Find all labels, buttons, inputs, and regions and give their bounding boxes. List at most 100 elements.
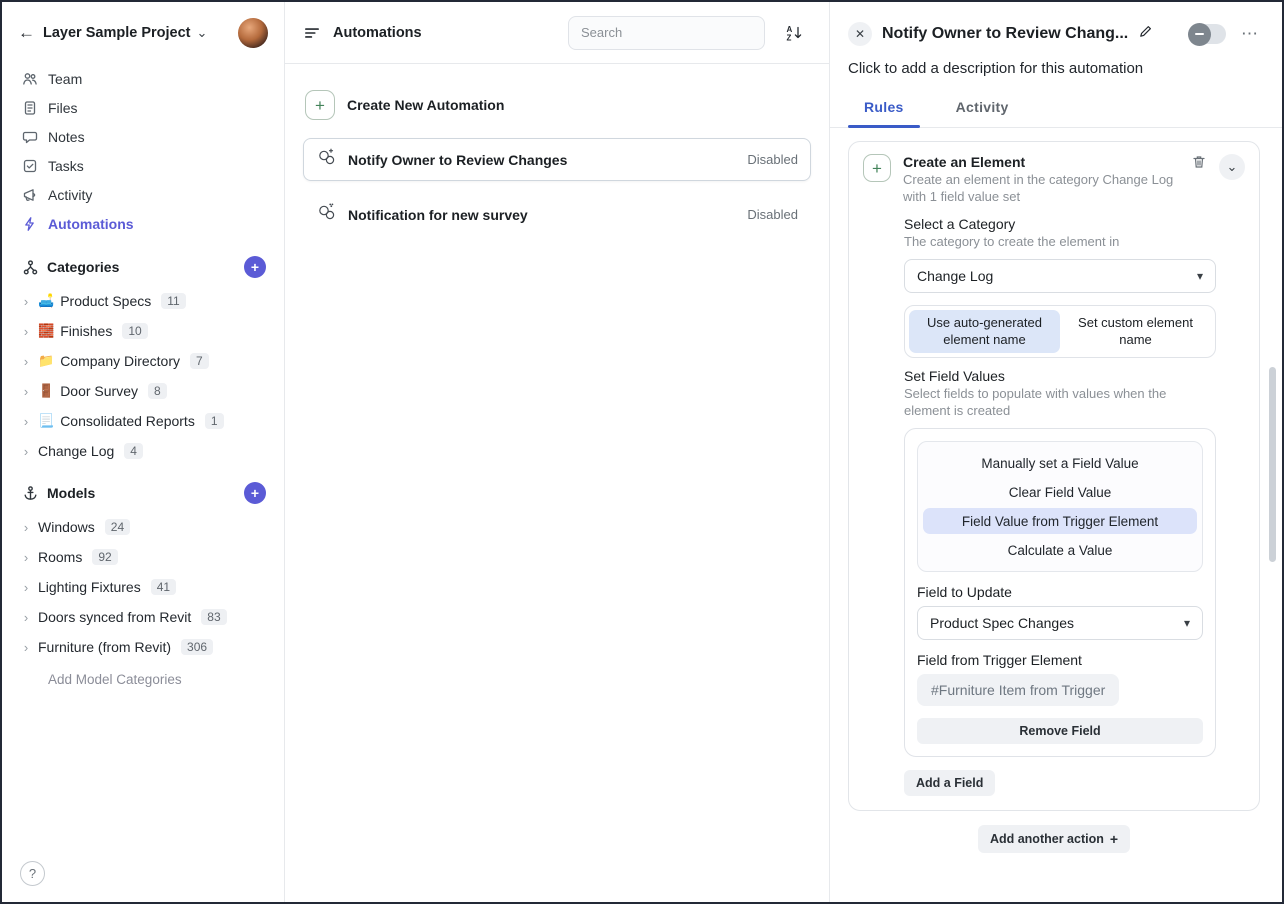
sidebar-item-activity[interactable]: Activity xyxy=(2,180,284,209)
automation-icon xyxy=(316,146,338,173)
categories-icon xyxy=(23,259,38,274)
category-consolidated-reports[interactable]: › 📃 Consolidated Reports 1 xyxy=(2,406,284,436)
tasks-icon xyxy=(23,159,37,172)
count-badge: 306 xyxy=(181,639,214,655)
description-placeholder[interactable]: Click to add a description for this auto… xyxy=(830,56,1282,89)
menu-icon[interactable] xyxy=(303,24,321,42)
models-icon xyxy=(24,485,37,500)
add-field-button[interactable]: Add a Field xyxy=(904,770,996,797)
category-select-value: Change Log xyxy=(917,267,994,284)
model-label: Windows xyxy=(38,519,95,535)
category-change-log[interactable]: › Change Log 4 xyxy=(2,436,284,466)
chevron-down-icon: ▾ xyxy=(1183,616,1190,631)
sidebar-item-files[interactable]: Files xyxy=(2,93,284,122)
expand-caret-icon[interactable]: › xyxy=(20,610,32,625)
select-category-help: The category to create the element in xyxy=(904,233,1120,249)
add-category-button[interactable]: + xyxy=(244,256,266,278)
model-doors-synced[interactable]: › Doors synced from Revit 83 xyxy=(2,602,284,632)
tab-activity[interactable]: Activity xyxy=(930,89,1035,127)
expand-caret-icon[interactable]: › xyxy=(20,580,32,595)
expand-caret-icon[interactable]: › xyxy=(20,520,32,535)
expand-caret-icon[interactable]: › xyxy=(20,640,32,655)
action-title: Create an Element xyxy=(903,154,1026,170)
team-icon xyxy=(23,72,37,85)
custom-name-option[interactable]: Set custom element name xyxy=(1060,310,1211,354)
help-button[interactable]: ? xyxy=(20,861,45,886)
trash-icon xyxy=(1193,156,1205,168)
sidebar-item-tasks[interactable]: Tasks xyxy=(2,151,284,180)
add-another-action-button[interactable]: Add another action + xyxy=(977,825,1131,854)
mode-calculate-value[interactable]: Calculate a Value xyxy=(923,537,1197,563)
automation-name: Notify Owner to Review Changes xyxy=(348,151,568,168)
automation-icon xyxy=(316,201,338,228)
category-finishes[interactable]: › 🧱 Finishes 10 xyxy=(2,316,284,346)
count-badge: 7 xyxy=(190,353,209,369)
mode-clear-field[interactable]: Clear Field Value xyxy=(923,479,1197,505)
expand-caret-icon[interactable]: › xyxy=(20,444,32,459)
expand-caret-icon[interactable]: › xyxy=(20,550,32,565)
sort-button[interactable]: AZ xyxy=(777,16,811,50)
mode-manually-set[interactable]: Manually set a Field Value xyxy=(923,450,1197,476)
auto-generated-name-option[interactable]: Use auto-generated element name xyxy=(909,309,1060,354)
action-card-header: + Create an Element Create an element in… xyxy=(863,154,1245,206)
model-lighting-fixtures[interactable]: › Lighting Fixtures 41 xyxy=(2,572,284,602)
activity-icon xyxy=(23,188,36,201)
back-icon[interactable]: ← xyxy=(18,23,35,43)
edit-title-button[interactable] xyxy=(1138,24,1153,44)
expand-caret-icon[interactable]: › xyxy=(20,294,32,309)
sidebar-item-team[interactable]: Team xyxy=(2,64,284,93)
automation-list-item[interactable]: Notify Owner to Review Changes Disabled xyxy=(303,138,811,181)
expand-caret-icon[interactable]: › xyxy=(20,354,32,369)
vertical-scrollbar[interactable] xyxy=(1269,367,1276,562)
sidebar-item-automations[interactable]: Automations xyxy=(2,209,284,238)
project-switcher-chevron-icon[interactable]: ⌄ xyxy=(197,25,208,41)
field-to-update-label: Field to Update xyxy=(917,584,1012,601)
nav-label: Files xyxy=(48,99,78,116)
mode-field-from-trigger[interactable]: Field Value from Trigger Element xyxy=(923,508,1197,535)
enabled-toggle[interactable] xyxy=(1188,22,1226,46)
category-product-specs[interactable]: › 🛋️ Product Specs 11 xyxy=(2,286,284,316)
nav-label: Automations xyxy=(48,215,134,232)
pencil-icon xyxy=(1140,26,1152,37)
plus-icon: + xyxy=(1109,831,1119,848)
sidebar-item-notes[interactable]: Notes xyxy=(2,122,284,151)
category-company-directory[interactable]: › 📁 Company Directory 7 xyxy=(2,346,284,376)
add-model-button[interactable]: + xyxy=(244,482,266,504)
delete-action-button[interactable] xyxy=(1191,154,1207,206)
models-header: Models + xyxy=(2,466,284,512)
model-windows[interactable]: › Windows 24 xyxy=(2,512,284,542)
collapse-action-button[interactable]: ⌄ xyxy=(1219,154,1245,180)
more-options-button[interactable]: ⋯ xyxy=(1236,20,1264,48)
add-model-categories-link[interactable]: Add Model Categories xyxy=(2,662,284,695)
close-icon[interactable]: ✕ xyxy=(848,22,872,46)
project-title[interactable]: Layer Sample Project xyxy=(43,25,191,41)
category-emoji: 📃 xyxy=(38,413,55,428)
expand-caret-icon[interactable]: › xyxy=(20,324,32,339)
tab-rules[interactable]: Rules xyxy=(838,89,930,128)
expand-caret-icon[interactable]: › xyxy=(20,384,32,399)
category-select[interactable]: Change Log ▾ xyxy=(904,258,1216,293)
action-plus-icon: + xyxy=(863,154,891,182)
remove-field-button[interactable]: Remove Field xyxy=(917,718,1203,745)
create-new-automation-button[interactable]: + Create New Automation xyxy=(303,90,811,120)
action-subtitle: Create an element in the category Change… xyxy=(903,172,1174,204)
automations-icon xyxy=(25,216,34,231)
toggle-knob xyxy=(1188,22,1211,46)
detail-title: Notify Owner to Review Chang... xyxy=(882,25,1129,42)
avatar[interactable] xyxy=(238,18,268,48)
expand-caret-icon[interactable]: › xyxy=(20,414,32,429)
field-to-update-select[interactable]: Product Spec Changes ▾ xyxy=(917,606,1203,641)
count-badge: 10 xyxy=(122,323,148,339)
model-furniture[interactable]: › Furniture (from Revit) 306 xyxy=(2,632,284,662)
search-input[interactable] xyxy=(568,15,765,50)
model-rooms[interactable]: › Rooms 92 xyxy=(2,542,284,572)
field-to-update-value: Product Spec Changes xyxy=(930,615,1074,632)
svg-text:Z: Z xyxy=(787,33,792,42)
model-label: Lighting Fixtures xyxy=(38,579,141,595)
automation-list-item[interactable]: Notification for new survey Disabled xyxy=(303,193,811,236)
category-door-survey[interactable]: › 🚪 Door Survey 8 xyxy=(2,376,284,406)
app-window: ← Layer Sample Project ⌄ Team Files Note… xyxy=(0,0,1284,904)
rules-content: + Create an Element Create an element in… xyxy=(830,128,1282,902)
trigger-field-chip[interactable]: #Furniture Item from Trigger xyxy=(917,674,1120,707)
files-icon xyxy=(24,100,36,115)
